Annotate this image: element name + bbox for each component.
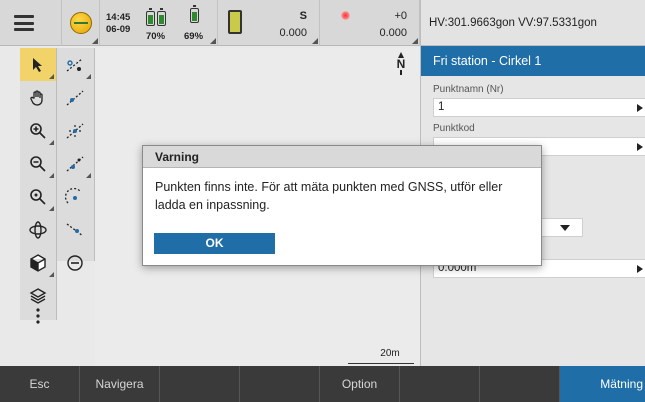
softkey-6[interactable] (400, 366, 480, 402)
option-button[interactable]: Option (320, 366, 400, 402)
softkey-4[interactable] (240, 366, 320, 402)
softkey-bar: Esc Navigera Option Mätning (0, 366, 645, 402)
warning-dialog: Varning Punkten finns inte. För att mäta… (142, 145, 542, 266)
dialog-title: Varning (143, 146, 541, 168)
softkey-3[interactable] (160, 366, 240, 402)
ok-button[interactable]: OK (154, 233, 275, 254)
navigate-button[interactable]: Navigera (80, 366, 160, 402)
dialog-message: Punkten finns inte. För att mäta punkten… (155, 180, 503, 212)
softkey-7[interactable] (480, 366, 560, 402)
esc-button[interactable]: Esc (0, 366, 80, 402)
measure-button[interactable]: Mätning (560, 366, 645, 402)
